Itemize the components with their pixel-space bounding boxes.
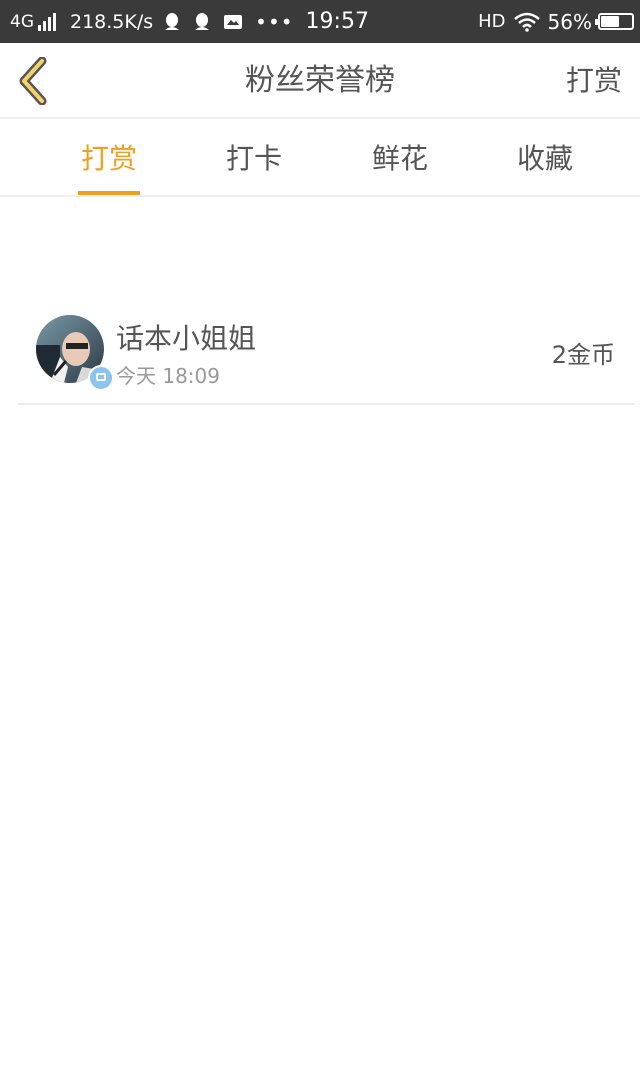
qq-icon [195,12,210,30]
list-item[interactable]: 话本小姐姐 今天 18:09 2金币 [18,295,635,405]
hd-indicator: HD [478,11,506,32]
tab-label: 收藏 [516,142,573,175]
battery-fill [601,16,619,27]
network-speed: 218.5K/s [70,10,154,33]
user-name: 话本小姐姐 [116,322,257,355]
tab-flowers[interactable]: 鲜花 [369,121,431,195]
back-button[interactable] [14,56,54,106]
tab-tip[interactable]: 打赏 [78,121,140,195]
tab-bar: 打赏 打卡 鲜花 收藏 [0,121,640,197]
status-right: HD 56% [478,10,634,34]
wifi-icon [513,12,540,32]
tab-favorites[interactable]: 收藏 [514,121,576,195]
page-title: 粉丝荣誉榜 [245,63,395,98]
chevron-left-icon [19,56,47,106]
battery-percent: 56% [547,9,592,34]
tip-button[interactable]: 打赏 [566,43,622,119]
timestamp: 今天 18:09 [116,364,220,388]
mail-icon [224,14,243,29]
tab-label: 鲜花 [371,142,428,175]
tab-label: 打卡 [225,142,282,175]
signal-icon [38,12,58,31]
coin-amount: 2金币 [551,341,615,369]
nav-bar: 粉丝荣誉榜 打赏 [0,43,640,119]
clock: 19:57 [305,9,369,34]
battery-icon [595,13,634,30]
qq-icon [165,12,180,30]
badge-icon [88,365,114,391]
status-left: 4G 218.5K/s ••• 19:57 [10,9,369,34]
network-type: 4G [10,11,34,32]
tab-checkin[interactable]: 打卡 [223,121,285,195]
tab-label: 打赏 [80,142,137,175]
status-bar: 4G 218.5K/s ••• 19:57 HD 56% [0,0,640,43]
tab-active-indicator [78,191,140,195]
more-notifications: ••• [255,9,294,34]
fan-list: 话本小姐姐 今天 18:09 2金币 [0,295,640,405]
